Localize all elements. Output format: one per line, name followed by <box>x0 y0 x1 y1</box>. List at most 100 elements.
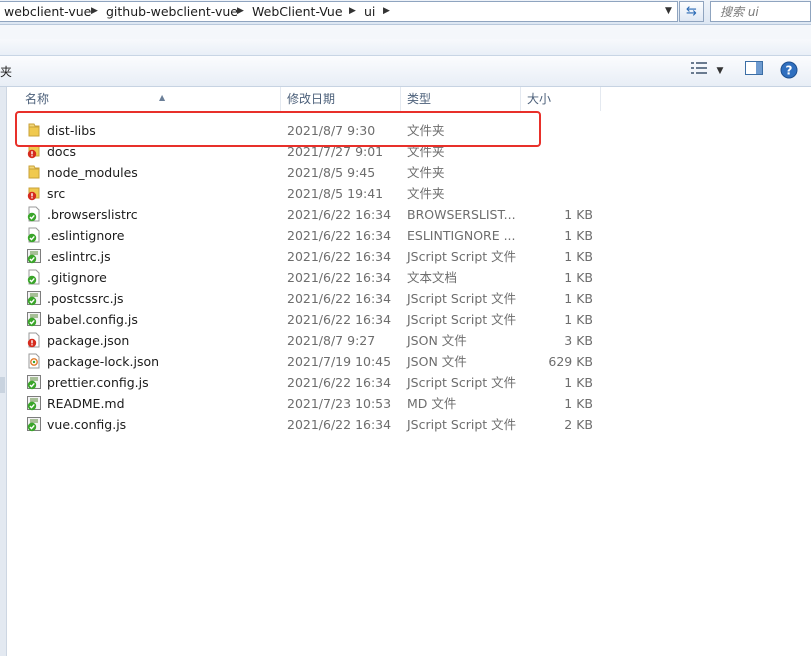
file-name: docs <box>47 144 76 159</box>
file-size <box>527 141 593 162</box>
file-size <box>527 162 593 183</box>
view-options-chevron-down-icon[interactable]: ▼ <box>713 61 727 81</box>
file-type: JSON 文件 <box>407 354 467 369</box>
script-check-icon <box>26 290 42 306</box>
file-type: JScript Script 文件 <box>407 291 517 306</box>
file-type: JScript Script 文件 <box>407 249 517 264</box>
breadcrumb-ui[interactable]: ui <box>364 2 375 21</box>
file-type: 文件夹 <box>407 165 445 180</box>
column-type[interactable]: 类型 <box>401 87 521 111</box>
list-item[interactable]: vue.config.js 2021/6/22 16:34 JScript Sc… <box>7 414 811 435</box>
column-size[interactable]: 大小 <box>521 87 601 111</box>
file-date: 2021/6/22 16:34 <box>287 207 392 222</box>
preview-pane-button[interactable] <box>743 61 765 81</box>
list-item[interactable]: package-lock.json 2021/7/19 10:45 JSON 文… <box>7 351 811 372</box>
list-item[interactable]: .postcssrc.js 2021/6/22 16:34 JScript Sc… <box>7 288 811 309</box>
file-size <box>527 183 593 204</box>
file-name: node_modules <box>47 165 138 180</box>
file-size: 3 KB <box>564 333 593 348</box>
file-type: 文本文档 <box>407 270 458 285</box>
search-input[interactable] <box>711 2 810 21</box>
column-name-label: 名称 <box>25 92 50 106</box>
file-size: 1 KB <box>564 375 593 390</box>
folder-error-icon <box>26 143 42 159</box>
breadcrumb-webclient-vue-folder[interactable]: WebClient-Vue <box>252 2 343 21</box>
file-name: prettier.config.js <box>47 375 149 390</box>
file-size: 2 KB <box>564 417 593 432</box>
file-date: 2021/6/22 16:34 <box>287 228 392 243</box>
column-date-modified[interactable]: 修改日期 <box>281 87 401 111</box>
file-date: 2021/8/5 9:45 <box>287 165 376 180</box>
breadcrumb-separator-icon[interactable]: ▶ <box>91 2 98 21</box>
column-date-label: 修改日期 <box>287 92 336 106</box>
refresh-button[interactable]: ⇆ <box>679 1 704 22</box>
script-check-icon <box>26 311 42 327</box>
file-error-icon <box>26 332 42 348</box>
refresh-icon: ⇆ <box>686 4 697 19</box>
file-date: 2021/8/7 9:27 <box>287 333 376 348</box>
breadcrumb-separator-icon[interactable]: ▶ <box>237 2 244 21</box>
file-size: 1 KB <box>564 396 593 411</box>
file-modified-icon <box>26 353 42 369</box>
breadcrumb-separator-icon[interactable]: ▶ <box>349 2 356 21</box>
list-item[interactable]: prettier.config.js 2021/6/22 16:34 JScri… <box>7 372 811 393</box>
list-item[interactable]: src 2021/8/5 19:41 文件夹 <box>7 183 811 204</box>
file-date: 2021/7/27 9:01 <box>287 144 384 159</box>
script-check-icon <box>26 416 42 432</box>
file-name: .gitignore <box>47 270 107 285</box>
file-size <box>527 120 593 141</box>
column-type-label: 类型 <box>407 92 432 106</box>
folder-icon <box>26 122 42 138</box>
change-view-button[interactable] <box>690 61 708 81</box>
file-name: vue.config.js <box>47 417 127 432</box>
breadcrumb-webclient-vue[interactable]: webclient-vue <box>4 2 91 21</box>
list-item[interactable]: dist-libs 2021/8/7 9:30 文件夹 <box>7 120 811 141</box>
list-item[interactable]: .eslintignore 2021/6/22 16:34 ESLINTIGNO… <box>7 225 811 246</box>
file-type: 文件夹 <box>407 144 445 159</box>
file-size: 1 KB <box>564 312 593 327</box>
address-history-chevron-down-icon[interactable]: ▼ <box>660 2 677 21</box>
list-item[interactable]: .browserslistrc 2021/6/22 16:34 BROWSERS… <box>7 204 811 225</box>
file-size: 1 KB <box>564 291 593 306</box>
view-list-icon <box>691 62 707 74</box>
list-item[interactable]: package.json 2021/8/7 9:27 JSON 文件 3 KB <box>7 330 811 351</box>
file-date: 2021/7/23 10:53 <box>287 396 392 411</box>
navigation-pane-edge[interactable] <box>0 87 7 656</box>
file-check-icon <box>26 227 42 243</box>
file-name: README.md <box>47 396 125 411</box>
script-check-icon <box>26 248 42 264</box>
folder-error-icon <box>26 185 42 201</box>
help-button[interactable]: ? <box>778 61 800 81</box>
breadcrumb-separator-icon[interactable]: ▶ <box>383 2 390 21</box>
search-box[interactable] <box>710 1 811 22</box>
file-check-icon <box>26 206 42 222</box>
list-item[interactable]: docs 2021/7/27 9:01 文件夹 <box>7 141 811 162</box>
file-date: 2021/8/5 19:41 <box>287 186 384 201</box>
list-item[interactable]: .gitignore 2021/6/22 16:34 文本文档 1 KB <box>7 267 811 288</box>
list-item[interactable]: babel.config.js 2021/6/22 16:34 JScript … <box>7 309 811 330</box>
toolbar-new-folder-label[interactable]: 夹 <box>0 63 12 80</box>
list-item[interactable]: node_modules 2021/8/5 9:45 文件夹 <box>7 162 811 183</box>
file-name: .browserslistrc <box>47 207 138 222</box>
splitter-handle[interactable] <box>0 377 5 393</box>
list-item[interactable]: .eslintrc.js 2021/6/22 16:34 JScript Scr… <box>7 246 811 267</box>
file-name: .eslintrc.js <box>47 249 111 264</box>
file-date: 2021/6/22 16:34 <box>287 270 392 285</box>
file-date: 2021/6/22 16:34 <box>287 291 392 306</box>
svg-text:?: ? <box>786 64 793 78</box>
list-item[interactable]: README.md 2021/7/23 10:53 MD 文件 1 KB <box>7 393 811 414</box>
column-size-label: 大小 <box>527 92 552 106</box>
file-name: babel.config.js <box>47 312 138 327</box>
file-check-icon <box>26 269 42 285</box>
column-name[interactable]: 名称 ▲ <box>19 87 281 111</box>
folder-icon <box>26 164 42 180</box>
preview-pane-icon <box>745 61 763 75</box>
file-type: BROWSERSLIST... <box>407 207 516 222</box>
file-type: MD 文件 <box>407 396 457 411</box>
file-type: JScript Script 文件 <box>407 417 517 432</box>
breadcrumb-github-webclient-vue[interactable]: github-webclient-vue <box>106 2 238 21</box>
file-type: 文件夹 <box>407 186 445 201</box>
address-bar[interactable]: webclient-vue ▶ github-webclient-vue ▶ W… <box>0 1 678 22</box>
script-check-icon <box>26 374 42 390</box>
file-name: .eslintignore <box>47 228 125 243</box>
